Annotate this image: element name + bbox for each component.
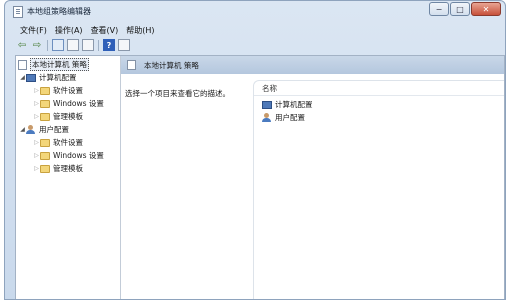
collapsed-arrow-icon[interactable]: ▷ [33,113,40,120]
policy-icon [127,60,136,70]
toolbar-separator [47,39,48,51]
menu-bar: 文件(F) 操作(A) 查看(V) 帮助(H) [6,23,504,37]
folder-icon [40,99,50,108]
toolbar: ⇦ ⇨ ? [6,37,504,53]
policy-icon [18,59,27,70]
computer-icon [262,100,272,109]
app-window: 本地组策略编辑器 − □ ✕ 文件(F) 操作(A) 查看(V) 帮助(H) ⇦… [4,0,506,300]
list-item-label: 计算机配置 [275,100,313,109]
close-button[interactable]: ✕ [471,2,501,16]
menu-file[interactable]: 文件(F) [20,25,47,36]
tree-item-label: 软件设置 [53,138,83,147]
column-header-name[interactable]: 名称 [254,81,504,96]
title-bar: 本地组策略编辑器 − □ ✕ [5,1,505,23]
collapsed-arrow-icon[interactable]: ▷ [33,152,40,159]
main-content: 本地计算机 策略 ◢ 计算机配置 ▷ 软件设置 ▷ Windows 设置 ▷ 管… [15,55,505,299]
folder-icon [40,86,50,95]
back-icon[interactable]: ⇦ [16,39,28,51]
tree-item-label: 软件设置 [53,86,83,95]
collapsed-arrow-icon[interactable]: ▷ [33,100,40,107]
tree-item-root[interactable]: 本地计算机 策略 [18,58,89,71]
tree-item-computer-windows[interactable]: ▷ Windows 设置 [33,98,104,109]
details-pane: 本地计算机 策略 选择一个项目来查看它的描述。 名称 计算机配置 用户配置 [121,56,504,299]
user-icon [262,113,272,122]
folder-icon [40,164,50,173]
list-icon[interactable] [67,39,79,51]
items-list: 名称 计算机配置 用户配置 [253,80,504,299]
collapsed-arrow-icon[interactable]: ▷ [33,165,40,172]
tree-item-label: Windows 设置 [53,151,104,160]
tree-item-label: 用户配置 [39,125,69,134]
folder-icon [40,112,50,121]
expanded-arrow-icon[interactable]: ◢ [19,74,26,81]
tree-item-label: Windows 设置 [53,99,104,108]
navigation-tree: 本地计算机 策略 ◢ 计算机配置 ▷ 软件设置 ▷ Windows 设置 ▷ 管… [16,56,121,299]
tree-item-user-software[interactable]: ▷ 软件设置 [33,137,83,148]
tree-item-user-windows[interactable]: ▷ Windows 设置 [33,150,104,161]
details-header: 本地计算机 策略 [121,56,504,74]
expanded-arrow-icon[interactable]: ◢ [19,126,26,133]
menu-action[interactable]: 操作(A) [55,25,83,36]
folder-icon [40,151,50,160]
list-item-label: 用户配置 [275,113,305,122]
details-title: 本地计算机 策略 [144,60,199,70]
properties-icon[interactable] [118,39,130,51]
menu-help[interactable]: 帮助(H) [126,25,154,36]
tree-item-label: 管理模板 [53,112,83,121]
window-title: 本地组策略编辑器 [27,7,91,16]
list-item-computer-config[interactable]: 计算机配置 [262,99,313,110]
computer-icon [26,73,36,82]
window-controls: − □ ✕ [429,2,501,16]
tree-item-computer-config[interactable]: ◢ 计算机配置 [19,72,77,83]
collapsed-arrow-icon[interactable]: ▷ [33,139,40,146]
list-item-user-config[interactable]: 用户配置 [262,112,305,123]
description-panel: 选择一个项目来查看它的描述。 [121,74,249,299]
tree-item-computer-software[interactable]: ▷ 软件设置 [33,85,83,96]
forward-icon[interactable]: ⇨ [31,39,43,51]
toolbar-separator [98,39,99,51]
policy-editor-icon [13,6,23,18]
show-tree-icon[interactable] [52,39,64,51]
folder-icon [40,138,50,147]
tree-item-label: 管理模板 [53,164,83,173]
tree-item-label: 本地计算机 策略 [30,58,89,71]
minimize-button[interactable]: − [429,2,449,16]
menu-view[interactable]: 查看(V) [91,25,119,36]
tree-item-computer-admin[interactable]: ▷ 管理模板 [33,111,83,122]
description-text: 选择一个项目来查看它的描述。 [125,89,230,98]
help-icon[interactable]: ? [103,39,115,51]
tree-item-user-config[interactable]: ◢ 用户配置 [19,124,69,135]
column-header-label: 名称 [262,83,277,93]
tree-item-user-admin[interactable]: ▷ 管理模板 [33,163,83,174]
user-icon [26,125,36,134]
collapsed-arrow-icon[interactable]: ▷ [33,87,40,94]
maximize-button[interactable]: □ [450,2,470,16]
export-icon[interactable] [82,39,94,51]
tree-item-label: 计算机配置 [39,73,77,82]
